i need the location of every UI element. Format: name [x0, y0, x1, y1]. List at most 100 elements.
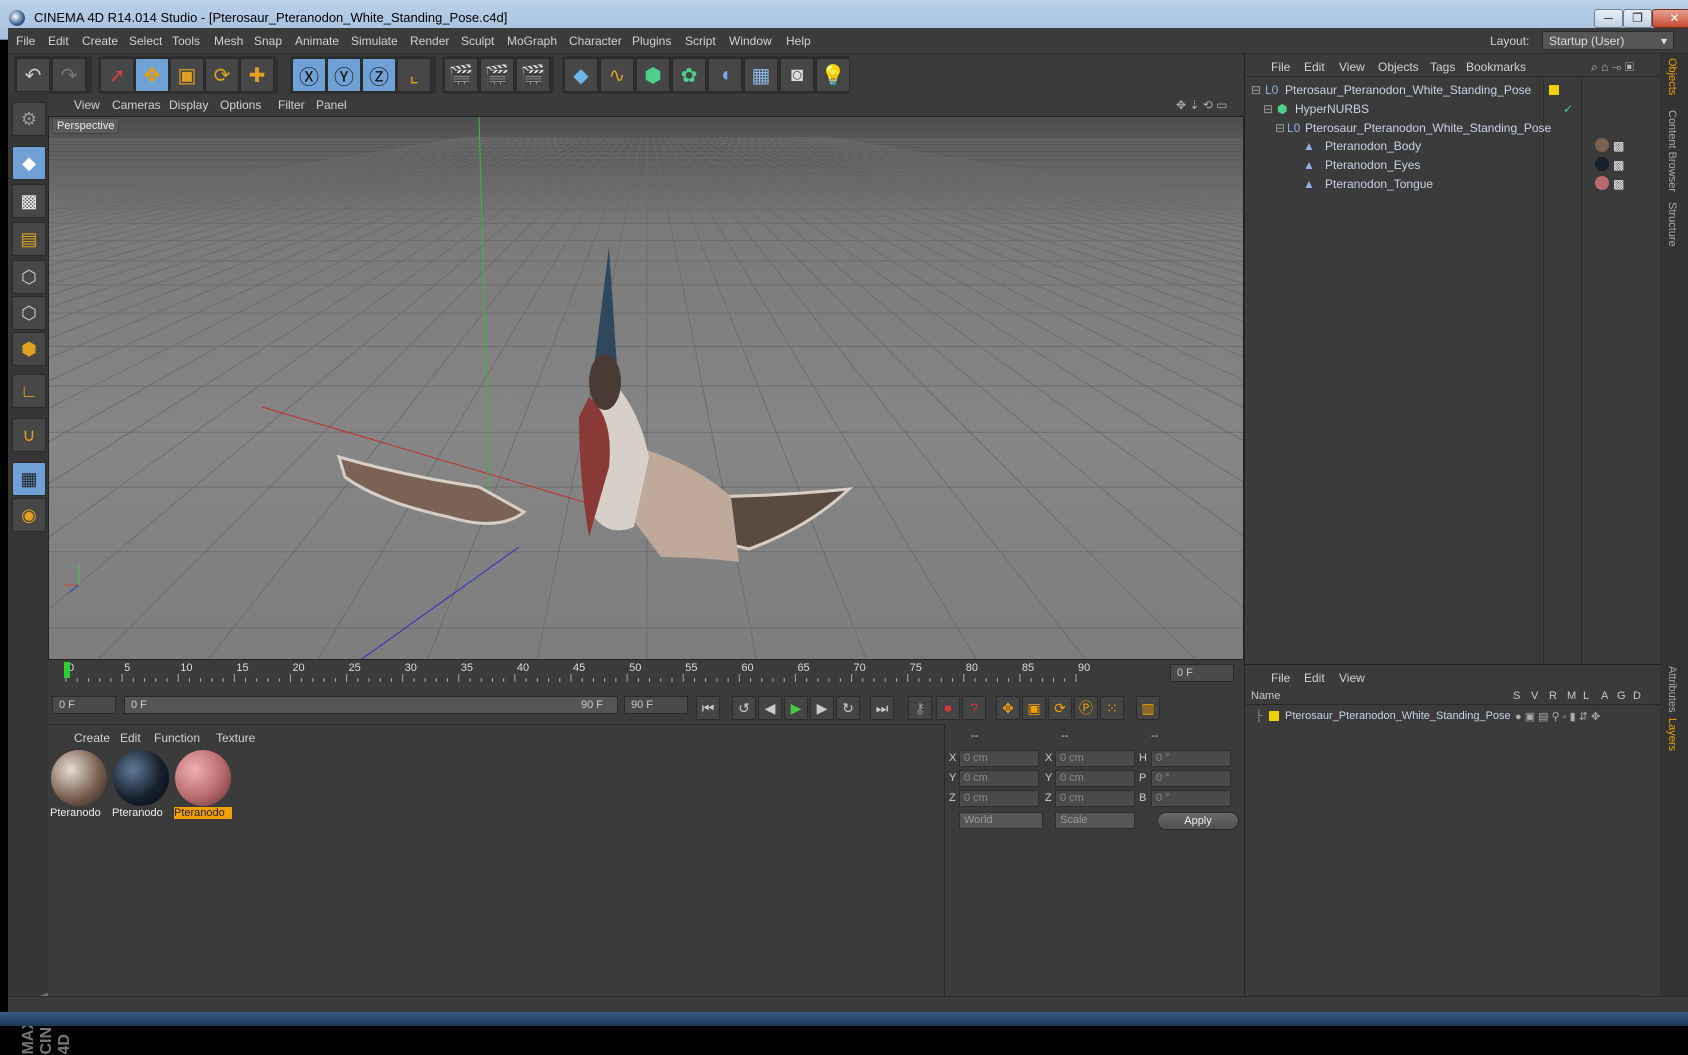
- recent-tool-button[interactable]: ✚: [240, 58, 274, 92]
- material-menu-texture[interactable]: Texture: [216, 731, 255, 745]
- minimize-button[interactable]: ─: [1594, 9, 1623, 28]
- layout-dropdown[interactable]: Startup (User) ▾: [1542, 31, 1674, 50]
- x-axis-button[interactable]: Ⓧ: [292, 58, 326, 92]
- rotation-p-field[interactable]: 0 °: [1151, 770, 1231, 787]
- z-axis-button[interactable]: Ⓩ: [362, 58, 396, 92]
- workplane-mode-button[interactable]: ▤: [12, 222, 46, 256]
- material-tag-icon[interactable]: [1595, 157, 1609, 171]
- position-y-field[interactable]: 0 cm: [959, 770, 1039, 787]
- light-button[interactable]: 💡: [816, 58, 850, 92]
- play-button[interactable]: ▶: [784, 696, 808, 720]
- objects-menu-edit[interactable]: Edit: [1304, 60, 1325, 74]
- material-menu-create[interactable]: Create: [74, 731, 110, 745]
- size-y-field[interactable]: 0 cm: [1055, 770, 1135, 787]
- menu-tools[interactable]: Tools: [172, 34, 200, 48]
- snap-button[interactable]: ▦: [12, 462, 46, 496]
- material-tongue[interactable]: Pteranodo: [174, 749, 232, 821]
- axis-mode-button[interactable]: ∟: [12, 374, 46, 408]
- material-menu-function[interactable]: Function: [154, 731, 200, 745]
- solo-button[interactable]: ◉: [12, 498, 46, 532]
- cube-object-button[interactable]: ◆: [564, 58, 598, 92]
- menu-animate[interactable]: Animate: [295, 34, 339, 48]
- perspective-viewport[interactable]: Perspective: [48, 116, 1244, 660]
- floor-button[interactable]: ▦: [744, 58, 778, 92]
- layers-menu-edit[interactable]: Edit: [1304, 671, 1325, 685]
- menu-help[interactable]: Help: [786, 34, 811, 48]
- menu-edit[interactable]: Edit: [48, 34, 69, 48]
- checker-tag-icon[interactable]: ▩: [1613, 139, 1624, 153]
- move-tool-button[interactable]: ✥: [135, 58, 169, 92]
- menu-file[interactable]: File: [16, 34, 35, 48]
- menu-window[interactable]: Window: [729, 34, 772, 48]
- undo-button[interactable]: ↶: [16, 58, 50, 92]
- key-rotation-button[interactable]: ⟳: [1048, 696, 1072, 720]
- menu-render[interactable]: Render: [410, 34, 449, 48]
- next-frame-button[interactable]: ▶: [810, 696, 834, 720]
- coordinate-system-button[interactable]: ⌞: [397, 58, 431, 92]
- object-row[interactable]: ⊟ ⬢ HyperNURBS ✓: [1245, 99, 1661, 119]
- object-row[interactable]: ⊟ L0 Pterosaur_Pteranodon_White_Standing_…: [1245, 118, 1661, 138]
- menu-sculpt[interactable]: Sculpt: [461, 34, 494, 48]
- rotation-b-field[interactable]: 0 °: [1151, 790, 1231, 807]
- render-settings-button[interactable]: 🎬: [516, 58, 550, 92]
- array-button[interactable]: ✿: [672, 58, 706, 92]
- redo-button[interactable]: ↷: [52, 58, 86, 92]
- object-row[interactable]: ▲ Pteranodon_Body ▩: [1245, 136, 1661, 156]
- maximize-button[interactable]: ❐: [1623, 9, 1652, 28]
- render-picture-viewer-button[interactable]: 🎬: [480, 58, 514, 92]
- layer-row[interactable]: ├ Pterosaur_Pteranodon_White_Standing_Po…: [1245, 707, 1661, 727]
- model-mode-button[interactable]: ◆: [12, 146, 46, 180]
- material-menu-edit[interactable]: Edit: [120, 731, 141, 745]
- object-row[interactable]: ▲ Pteranodon_Eyes ▩: [1245, 155, 1661, 175]
- checker-tag-icon[interactable]: ▩: [1613, 177, 1624, 191]
- viewport-menu-panel[interactable]: Panel: [316, 98, 347, 112]
- menu-mesh[interactable]: Mesh: [214, 34, 243, 48]
- previous-key-button[interactable]: ↺: [732, 696, 756, 720]
- viewport-menu-filter[interactable]: Filter: [278, 98, 305, 112]
- menu-create[interactable]: Create: [82, 34, 118, 48]
- key-position-button[interactable]: ✥: [996, 696, 1020, 720]
- nurbs-button[interactable]: ⬢: [636, 58, 670, 92]
- objects-menu-objects[interactable]: Objects: [1378, 60, 1419, 74]
- menu-mograph[interactable]: MoGraph: [507, 34, 557, 48]
- edges-mode-button[interactable]: ⬡: [12, 296, 46, 330]
- close-button[interactable]: ✕: [1652, 9, 1688, 28]
- object-row[interactable]: ▲ Pteranodon_Tongue ▩: [1245, 174, 1661, 194]
- objects-menu-bookmarks[interactable]: Bookmarks: [1466, 60, 1526, 74]
- tab-objects[interactable]: Objects: [1666, 58, 1678, 95]
- objects-menu-view[interactable]: View: [1339, 60, 1365, 74]
- menu-character[interactable]: Character: [569, 34, 622, 48]
- go-to-end-button[interactable]: ⏭: [870, 696, 894, 720]
- polygons-mode-button[interactable]: ⬢: [12, 332, 46, 366]
- scale-tool-button[interactable]: ▣: [170, 58, 204, 92]
- menu-simulate[interactable]: Simulate: [351, 34, 398, 48]
- size-z-field[interactable]: 0 cm: [1055, 790, 1135, 807]
- layer-color-swatch[interactable]: [1269, 711, 1279, 721]
- viewport-nav-icons[interactable]: ✥ ⇣ ⟲ ▭: [1176, 98, 1228, 112]
- autokey-button[interactable]: ⏺: [936, 696, 960, 720]
- deformer-button[interactable]: ◖: [708, 58, 742, 92]
- current-frame-field[interactable]: 0 F: [1170, 664, 1234, 682]
- apply-button[interactable]: Apply: [1157, 812, 1239, 830]
- layers-menu-view[interactable]: View: [1339, 671, 1365, 685]
- checkmark-icon[interactable]: ✓: [1563, 102, 1573, 116]
- playhead-marker[interactable]: [64, 662, 70, 678]
- tab-content-browser[interactable]: Content Browser: [1666, 110, 1678, 192]
- y-axis-button[interactable]: Ⓨ: [327, 58, 361, 92]
- timeline-button[interactable]: ▥: [1136, 696, 1160, 720]
- menu-select[interactable]: Select: [129, 34, 162, 48]
- material-tag-icon[interactable]: [1595, 138, 1609, 152]
- make-editable-button[interactable]: ⚙: [12, 102, 46, 136]
- camera-button[interactable]: ◙: [780, 58, 814, 92]
- objects-menu-tags[interactable]: Tags: [1430, 60, 1455, 74]
- layer-toggle-icons[interactable]: ● ▣ ▤ ⚲ ▫ ▮ ⇵ ✥: [1515, 710, 1600, 723]
- key-scale-button[interactable]: ▣: [1022, 696, 1046, 720]
- next-key-button[interactable]: ↻: [836, 696, 860, 720]
- spline-button[interactable]: ∿: [600, 58, 634, 92]
- search-icon[interactable]: ⌕ ⌂ ⊸ ▣: [1591, 60, 1634, 75]
- preview-range-slider[interactable]: 0 F 90 F: [124, 696, 618, 714]
- objects-menu-file[interactable]: File: [1271, 60, 1290, 74]
- tab-structure[interactable]: Structure: [1666, 202, 1678, 247]
- end-frame-field[interactable]: 90 F: [624, 696, 688, 714]
- position-x-field[interactable]: 0 cm: [959, 750, 1039, 767]
